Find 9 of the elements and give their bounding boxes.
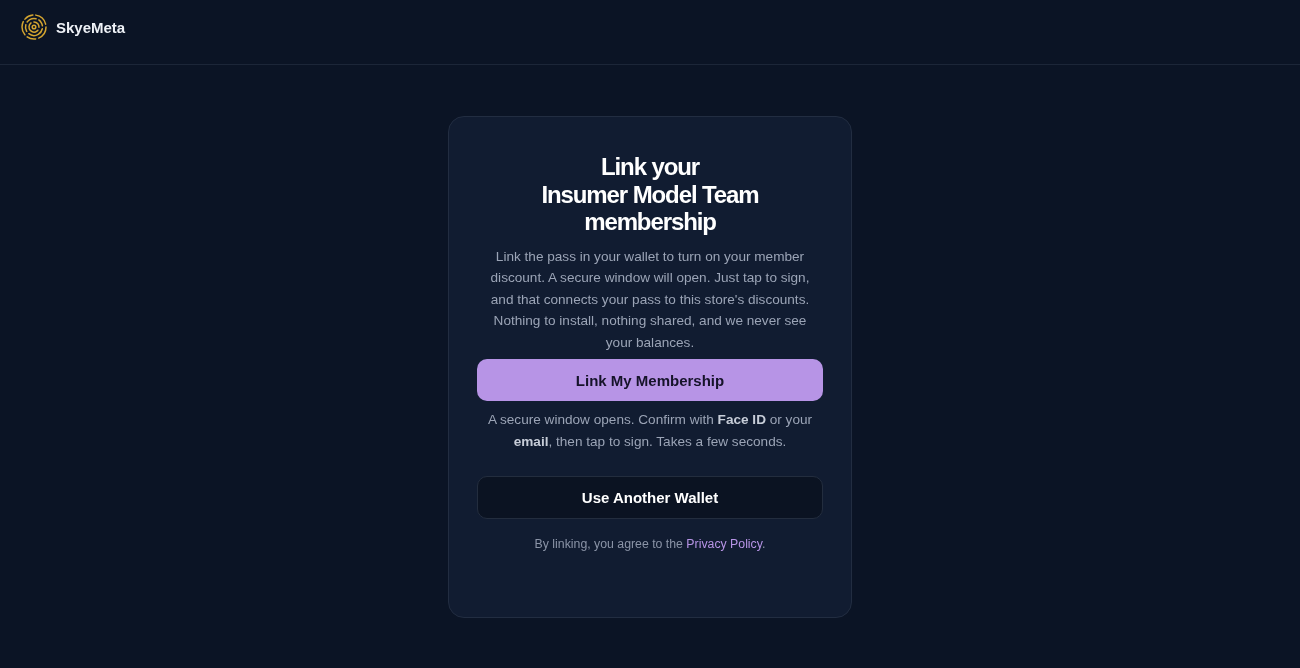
consent-text: By linking, you agree to the Privacy Policy. bbox=[533, 536, 767, 553]
use-another-wallet-button[interactable]: Use Another Wallet bbox=[477, 476, 823, 519]
card-title: Link your Insumer Model Team membership bbox=[540, 153, 760, 236]
concentric-rings-logo-icon bbox=[21, 14, 47, 40]
brand-name: SkyeMeta bbox=[56, 18, 126, 36]
link-membership-button[interactable]: Link My Membership bbox=[477, 359, 823, 401]
privacy-policy-link[interactable]: Privacy Policy bbox=[686, 537, 762, 551]
description-text: Link the pass in your wallet to turn on your member discount. A secure window will open. Just tap to sign, and that connects your pass to this store's discounts. Nothing to install, nothing shared, and we never see your balances. bbox=[489, 247, 811, 352]
hint-text: A secure window opens. Confirm with Face ID or your email, then tap to sign. Takes a few seconds. bbox=[486, 411, 814, 451]
